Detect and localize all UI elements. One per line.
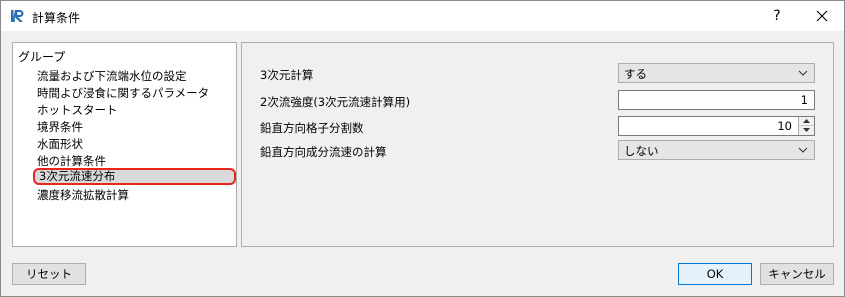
chevron-down-icon (798, 70, 808, 76)
vertical-grid-label: 鉛直方向格子分割数 (260, 121, 364, 135)
group-item-diffusion[interactable]: 濃度移流拡散計算 (37, 187, 129, 204)
group-item-flow-rate[interactable]: 流量および下流端水位の設定 (37, 68, 187, 85)
three-d-calc-label: 3次元計算 (260, 68, 314, 82)
group-item-hot-start[interactable]: ホットスタート (37, 102, 118, 119)
close-icon (816, 10, 828, 22)
ok-button[interactable]: OK (678, 263, 752, 285)
secondary-flow-label: 2次流強度(3次元流速計算用) (260, 95, 411, 109)
cancel-button[interactable]: キャンセル (760, 263, 834, 285)
three-d-calc-select[interactable]: する (618, 63, 815, 83)
group-item-3d-velocity[interactable]: 3次元流速分布 (33, 168, 236, 185)
spin-up-button[interactable] (799, 117, 814, 126)
secondary-flow-input[interactable]: 1 (618, 90, 815, 110)
vertical-component-value: しない (624, 144, 659, 158)
group-item-water-surface[interactable]: 水面形状 (37, 136, 83, 153)
arrow-up-icon (803, 119, 810, 123)
close-button[interactable] (801, 1, 843, 31)
group-header: グループ (18, 50, 66, 64)
secondary-flow-value: 1 (800, 93, 808, 107)
three-d-calc-value: する (624, 67, 647, 81)
vertical-grid-spinbox[interactable]: 10 (618, 116, 815, 136)
vertical-component-select[interactable]: しない (618, 140, 815, 160)
title-bar: 計算条件 ? (1, 1, 844, 31)
group-item-time-erosion[interactable]: 時間よび浸食に関するパラメータ (37, 85, 209, 102)
group-item-boundary[interactable]: 境界条件 (37, 119, 83, 136)
dialog-window: 計算条件 ? グループ 流量および下流端水位の設定 時間よび浸食に関するパラメー… (0, 0, 845, 297)
window-title: 計算条件 (32, 11, 81, 25)
arrow-down-icon (803, 128, 810, 132)
iric-logo-icon (10, 8, 26, 24)
spin-buttons (798, 117, 814, 135)
help-button[interactable]: ? (759, 1, 795, 31)
group-list: グループ 流量および下流端水位の設定 時間よび浸食に関するパラメータ ホットスタ… (12, 42, 237, 247)
reset-button[interactable]: リセット (12, 263, 86, 285)
vertical-component-label: 鉛直方向成分流速の計算 (260, 145, 387, 159)
spin-down-button[interactable] (799, 126, 814, 135)
chevron-down-icon (798, 147, 808, 153)
vertical-grid-value: 10 (777, 119, 792, 133)
settings-panel: 3次元計算 する 2次流強度(3次元流速計算用) 1 鉛直方向格子分割数 10 … (241, 42, 834, 247)
